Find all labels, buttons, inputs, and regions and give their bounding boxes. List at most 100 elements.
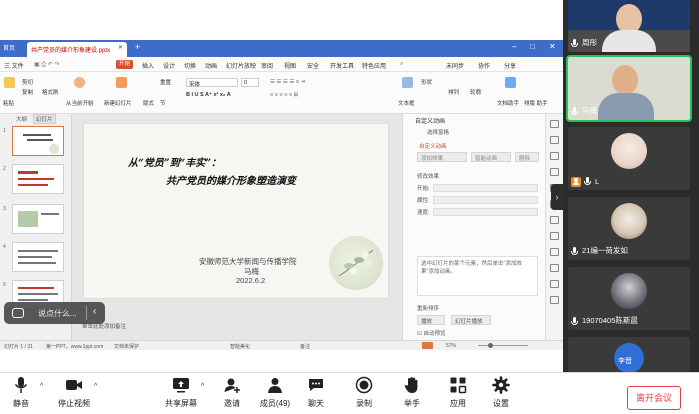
slide-thumbnail[interactable]: [12, 204, 64, 234]
delete-effect-button[interactable]: 删除: [515, 152, 539, 162]
property-select[interactable]: [433, 196, 538, 204]
transition-icon[interactable]: [550, 168, 559, 176]
outline-button[interactable]: 轮廓: [470, 88, 481, 96]
chart-icon[interactable]: [550, 248, 559, 256]
menu-special[interactable]: 特色应用: [362, 61, 386, 70]
menu-start[interactable]: 开始: [116, 60, 133, 69]
slide-thumbnail[interactable]: [12, 164, 64, 194]
close-tab-icon[interactable]: ✕: [118, 44, 123, 51]
smart-animation-button[interactable]: 智能动画: [471, 152, 511, 162]
arrange-button[interactable]: 排列: [448, 88, 459, 96]
add-effect-button[interactable]: 添加效果: [417, 152, 467, 162]
participant-tile[interactable]: 19070405陈斯晨: [568, 267, 690, 330]
raise-hand-button[interactable]: 举手: [402, 376, 422, 409]
align-buttons[interactable]: ≡ ≡ ≡ ≡ ≡ ⊞: [270, 92, 298, 98]
document-tab[interactable]: 共产党员的媒介形象建设.pptx: [27, 42, 127, 57]
sync-status[interactable]: 未同步: [446, 61, 464, 70]
layout-button[interactable]: 版式: [143, 99, 154, 107]
minimize-icon[interactable]: –: [512, 42, 516, 51]
stop-video-button[interactable]: 停止视频: [56, 376, 92, 409]
cut-button[interactable]: 剪切: [22, 78, 33, 86]
new-tab-icon[interactable]: +: [135, 42, 140, 52]
share-doc-button[interactable]: 分享: [504, 61, 516, 70]
textbox-icon[interactable]: [402, 77, 413, 88]
audio-options-chevron-icon[interactable]: ^: [40, 383, 43, 390]
notes-button[interactable]: 备注: [300, 343, 310, 350]
from-current-button[interactable]: 从当前开始: [66, 99, 94, 107]
outline-tab[interactable]: 大纲: [16, 115, 27, 123]
start-select[interactable]: [433, 184, 538, 192]
zoom-slider[interactable]: [478, 345, 528, 346]
new-slide-icon[interactable]: [116, 77, 127, 88]
reset-button[interactable]: 重置: [160, 78, 171, 86]
copy-button[interactable]: 复制: [22, 88, 33, 96]
font-name-select[interactable]: 宋体: [186, 78, 238, 88]
select-icon[interactable]: [550, 120, 559, 128]
slide-thumbnail[interactable]: [12, 126, 64, 156]
paragraph-buttons[interactable]: ☰ ☰ ☰ ☰ ≡ ⇥: [270, 79, 305, 85]
select-pane-link[interactable]: 选择窗格: [427, 128, 449, 136]
menu-file[interactable]: 三 文件: [4, 61, 24, 70]
slide-thumbnail[interactable]: [12, 242, 64, 272]
participant-tile[interactable]: 21编一荷发如: [568, 197, 690, 260]
menu-quick-1[interactable]: ▣ ⎙ ↶ ↷: [34, 61, 60, 69]
menu-review[interactable]: 审阅: [261, 61, 273, 70]
menu-slideshow[interactable]: 幻灯片放映: [226, 61, 256, 70]
participant-tile[interactable]: L: [568, 127, 690, 190]
slideshow-button[interactable]: 幻灯片播放: [451, 315, 491, 325]
mute-button[interactable]: 静音: [8, 376, 34, 409]
paste-label[interactable]: 粘贴: [3, 99, 14, 107]
apps-button[interactable]: 应用: [448, 376, 468, 409]
menu-design[interactable]: 设计: [163, 61, 175, 70]
collapse-participants-icon[interactable]: ›: [551, 184, 563, 210]
menu-devtools[interactable]: 开发工具: [330, 61, 354, 70]
menu-search-icon[interactable]: ⌕: [400, 61, 403, 68]
shape-style-icon[interactable]: [550, 136, 559, 144]
text-icon[interactable]: [550, 264, 559, 272]
menu-animation[interactable]: 动画: [205, 61, 217, 70]
menu-insert[interactable]: 插入: [142, 61, 154, 70]
close-window-icon[interactable]: ✕: [549, 42, 556, 51]
current-slide[interactable]: 从“党员”到“丰实”： 共产党员的媒介形象塑造演变 安徽师范大学新闻与传播学院 …: [83, 123, 389, 299]
animation-list[interactable]: 选中幻灯片的某个元素，然后单击“添加效果”添加动画。: [417, 256, 538, 296]
section-button[interactable]: 节: [160, 99, 166, 107]
table-icon[interactable]: [550, 216, 559, 224]
home-tab[interactable]: 首页: [3, 43, 15, 52]
share-screen-button[interactable]: 共享屏幕: [164, 376, 198, 409]
members-button[interactable]: 成员(49): [258, 376, 292, 409]
settings-icon[interactable]: [550, 280, 559, 288]
menu-transition[interactable]: 切换: [184, 61, 196, 70]
record-button[interactable]: 录制: [354, 376, 374, 409]
participant-tile-active[interactable]: 马梅: [566, 55, 692, 122]
participant-tile[interactable]: 周彤: [568, 0, 690, 52]
auto-preview-checkbox[interactable]: ☑ 自动预览: [417, 329, 445, 337]
protect-status[interactable]: 文档未保护: [114, 343, 139, 350]
maximize-icon[interactable]: □: [530, 42, 535, 51]
collaborate-button[interactable]: 协作: [478, 61, 490, 70]
textbox-button[interactable]: 文本框: [398, 99, 415, 107]
doc-assistant-button[interactable]: 文档助手: [497, 99, 519, 107]
chat-input-bubble[interactable]: 说点什么... ‹: [4, 302, 105, 324]
speed-select[interactable]: [433, 208, 538, 216]
layout-assistant-button[interactable]: 排版 助手: [524, 99, 548, 107]
menu-security[interactable]: 安全: [307, 61, 319, 70]
new-slide-button[interactable]: 新建幻灯片: [104, 99, 132, 107]
paste-icon[interactable]: [4, 77, 15, 88]
play-from-current-icon[interactable]: [74, 77, 85, 88]
image-icon[interactable]: [550, 232, 559, 240]
play-slideshow-icon[interactable]: [422, 342, 433, 349]
video-options-chevron-icon[interactable]: ^: [94, 383, 97, 390]
animation-icon[interactable]: [550, 152, 559, 160]
help-icon[interactable]: [550, 296, 559, 304]
chat-button[interactable]: 聊天: [306, 376, 326, 409]
settings-button[interactable]: 设置: [491, 376, 511, 409]
shape-button[interactable]: 形状: [421, 78, 432, 86]
zoom-slider-handle[interactable]: [488, 343, 493, 348]
leave-meeting-button[interactable]: 离开会议: [627, 386, 681, 410]
play-button[interactable]: 播放: [417, 315, 445, 325]
invite-button[interactable]: 邀请: [222, 376, 242, 409]
menu-view[interactable]: 视图: [284, 61, 296, 70]
collapse-chevron-icon[interactable]: ‹: [93, 306, 96, 317]
format-painter-button[interactable]: 格式刷: [42, 88, 59, 96]
participant-tile[interactable]: 李晋: [568, 337, 690, 372]
